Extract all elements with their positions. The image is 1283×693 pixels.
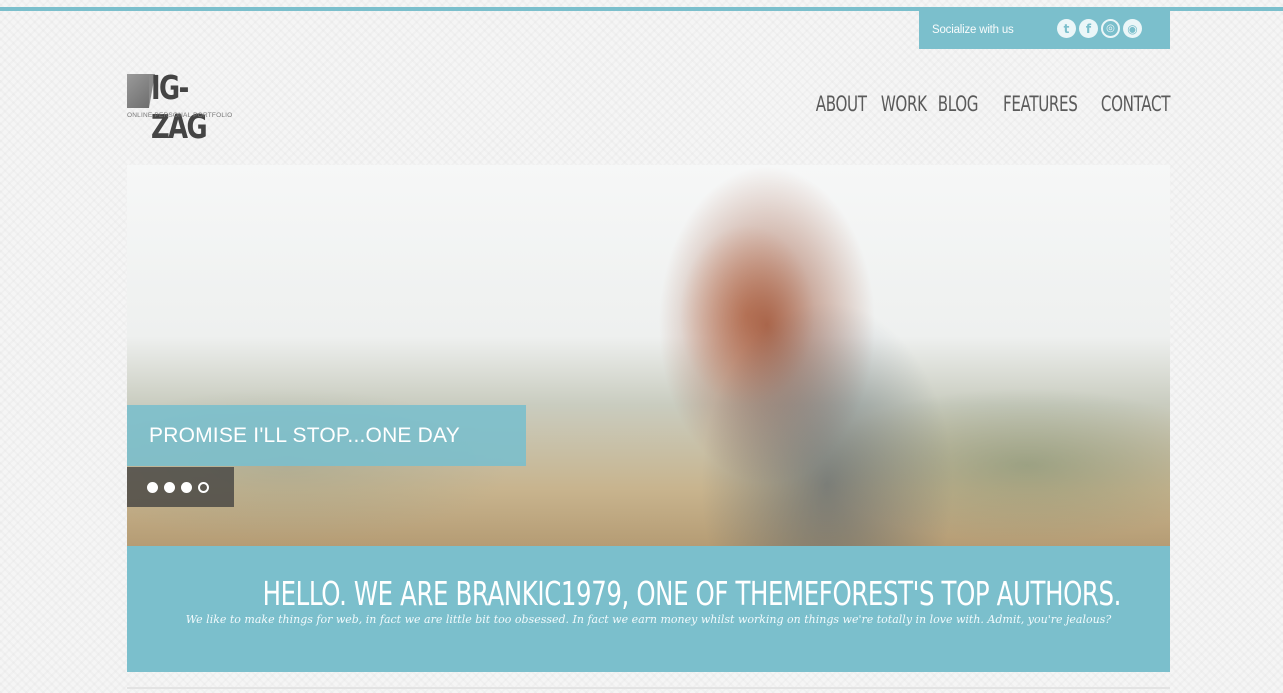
rss-icon[interactable]: ◉	[1123, 19, 1142, 38]
logo-tagline: ONLINE PERSONAL PORTFOLIO	[127, 112, 233, 119]
slider-dot-3[interactable]	[181, 481, 192, 493]
site-logo[interactable]: IG-ZAG ONLINE PERSONAL PORTFOLIO	[127, 68, 267, 146]
dribbble-icon[interactable]: ◎	[1101, 19, 1120, 38]
slider-pagination	[127, 467, 234, 507]
facebook-icon[interactable]: f	[1079, 19, 1098, 38]
intro-title: HELLO. WE ARE BRANKIC1979, ONE OF THEMEF…	[262, 574, 1122, 613]
social-label: Socialize with us	[932, 23, 1014, 36]
hero-slider: PROMISE I'LL STOP...ONE DAY	[127, 165, 1170, 546]
nav-item-features[interactable]: FEATURES	[1003, 92, 1078, 116]
slider-dot-2[interactable]	[164, 481, 175, 493]
social-bar: Socialize with us t f ◎ ◉	[919, 10, 1170, 49]
intro-banner: HELLO. WE ARE BRANKIC1979, ONE OF THEMEF…	[127, 546, 1170, 672]
nav-item-about[interactable]: ABOUT	[816, 92, 867, 116]
nav-item-blog[interactable]: BLOG	[938, 92, 979, 116]
slider-dot-1[interactable]	[147, 481, 158, 493]
hero-caption-text: PROMISE I'LL STOP...ONE DAY	[149, 423, 460, 447]
twitter-icon[interactable]: t	[1057, 19, 1076, 38]
logo-mark	[127, 74, 155, 108]
section-divider	[127, 687, 1170, 689]
nav-item-contact[interactable]: CONTACT	[1101, 92, 1171, 116]
social-icons: t f ◎ ◉	[1057, 19, 1142, 38]
slider-dot-4-active[interactable]	[198, 481, 209, 493]
intro-text: We like to make things for web, in fact …	[185, 613, 1112, 626]
logo-text: IG-ZAG	[151, 68, 208, 146]
main-nav: ABOUT WORK BLOG FEATURES CONTACT	[796, 92, 1171, 116]
hero-caption: PROMISE I'LL STOP...ONE DAY	[127, 405, 526, 466]
nav-item-work[interactable]: WORK	[880, 92, 926, 116]
